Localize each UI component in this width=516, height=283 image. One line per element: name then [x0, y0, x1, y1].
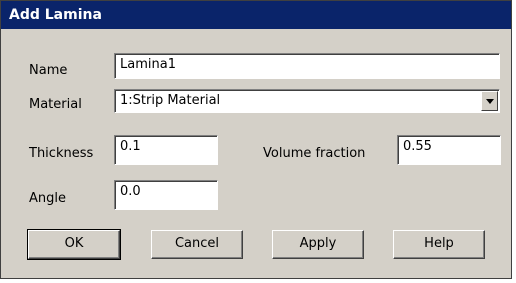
cancel-button[interactable]: Cancel [151, 230, 243, 259]
chevron-down-icon[interactable] [481, 91, 498, 111]
ok-button[interactable]: OK [27, 229, 121, 260]
dialog-title: Add Lamina [1, 1, 511, 29]
thickness-label: Thickness [29, 146, 94, 161]
add-lamina-dialog: Add Lamina Name Lamina1 Material 1:Strip… [0, 0, 512, 279]
thickness-input[interactable]: 0.1 [114, 135, 218, 165]
material-select[interactable]: 1:Strip Material [114, 89, 500, 113]
volume-fraction-label: Volume fraction [263, 146, 366, 161]
angle-input[interactable]: 0.0 [114, 180, 218, 210]
angle-label: Angle [29, 191, 66, 206]
material-label: Material [29, 97, 82, 112]
name-input[interactable]: Lamina1 [114, 53, 500, 79]
help-button[interactable]: Help [393, 230, 485, 259]
material-value: 1:Strip Material [120, 93, 221, 108]
apply-button[interactable]: Apply [272, 230, 364, 259]
name-label: Name [29, 63, 68, 78]
volume-fraction-input[interactable]: 0.55 [397, 135, 501, 165]
